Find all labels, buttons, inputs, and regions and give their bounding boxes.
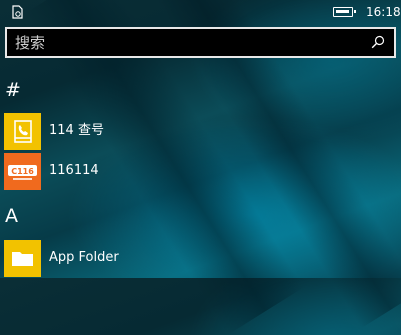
app-label: 114 查号: [49, 123, 104, 138]
section-header-hash[interactable]: #: [5, 79, 21, 101]
app-item-app-folder[interactable]: App Folder: [4, 240, 396, 278]
app-tile[interactable]: [4, 240, 41, 277]
status-bar: 16:18: [0, 0, 401, 24]
section-header-a[interactable]: A: [5, 205, 18, 227]
clock: 16:18: [366, 5, 401, 19]
search-icon[interactable]: [371, 35, 385, 49]
search-box[interactable]: [5, 27, 396, 58]
app-item-116114[interactable]: C116 116114: [4, 153, 396, 191]
116114-logo: C116: [8, 165, 37, 180]
app-label: 116114: [49, 163, 99, 178]
folder-icon: [12, 252, 33, 266]
search-input[interactable]: [7, 29, 367, 56]
app-item-114-chahao[interactable]: 114 查号: [4, 113, 396, 151]
phone-book-icon: [14, 120, 32, 143]
app-tile[interactable]: C116: [4, 153, 41, 190]
svg-text:C116: C116: [11, 167, 34, 176]
battery-icon: [333, 7, 356, 17]
app-label: App Folder: [49, 250, 119, 265]
app-tile[interactable]: [4, 113, 41, 150]
notification-icon[interactable]: [12, 5, 23, 19]
